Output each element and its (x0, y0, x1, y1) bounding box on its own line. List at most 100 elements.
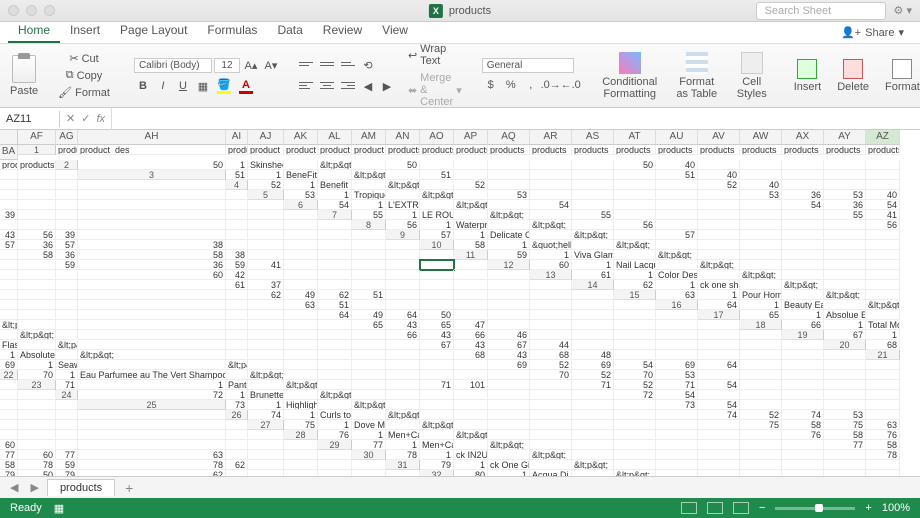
accept-formula-icon[interactable]: ✓ (81, 112, 90, 125)
cell[interactable]: ck one shock for him Deodorant (698, 280, 740, 290)
cell[interactable] (782, 370, 824, 380)
cell[interactable] (386, 370, 420, 380)
cell[interactable] (614, 350, 656, 360)
cell[interactable]: 56 (18, 230, 56, 240)
cell[interactable] (386, 290, 420, 300)
cell[interactable] (656, 310, 698, 320)
cell[interactable]: 52 (572, 370, 614, 380)
cell[interactable] (56, 300, 78, 310)
cell[interactable] (824, 390, 866, 400)
row-header[interactable]: 5 (248, 190, 284, 200)
cell[interactable] (740, 370, 782, 380)
underline-button[interactable]: U (174, 77, 192, 95)
cell[interactable]: 51 (420, 170, 454, 180)
cell[interactable]: 1 (572, 260, 614, 270)
cell[interactable] (248, 470, 284, 476)
cell[interactable] (454, 290, 488, 300)
cell[interactable] (656, 420, 698, 430)
cell[interactable] (56, 220, 78, 230)
cell[interactable] (698, 430, 740, 440)
cell[interactable] (698, 320, 740, 330)
cell[interactable]: 52 (248, 180, 284, 190)
cell[interactable] (226, 210, 248, 220)
cell[interactable] (698, 270, 740, 280)
cell[interactable]: 57 (656, 230, 698, 240)
cell[interactable] (656, 180, 698, 190)
cell[interactable] (352, 460, 386, 470)
cell[interactable] (740, 390, 782, 400)
cell[interactable] (386, 260, 420, 270)
cell[interactable] (284, 220, 318, 230)
cell[interactable]: &lt;p&gt; (572, 230, 614, 240)
cell[interactable] (78, 210, 226, 220)
cell[interactable] (656, 190, 698, 200)
cell[interactable] (352, 390, 386, 400)
cell[interactable]: 76 (782, 430, 824, 440)
cell[interactable]: products_to (656, 145, 698, 155)
cell[interactable] (248, 270, 284, 280)
cell[interactable] (488, 300, 530, 310)
format-cells-button[interactable]: Format (881, 57, 920, 95)
cell[interactable] (352, 240, 386, 250)
cell[interactable] (420, 200, 454, 210)
cell[interactable]: &lt;p&gt; (352, 400, 386, 410)
cell[interactable] (0, 390, 18, 400)
cell[interactable]: 62 (614, 280, 656, 290)
cell[interactable] (572, 410, 614, 420)
cell[interactable]: 1 (454, 460, 488, 470)
normal-view-icon[interactable] (681, 502, 697, 514)
share-button[interactable]: 👤+ Share ▾ (833, 22, 912, 43)
cell[interactable] (698, 350, 740, 360)
cell[interactable] (454, 280, 488, 290)
cell[interactable]: 76 (318, 430, 352, 440)
cell[interactable]: 1 (782, 310, 824, 320)
col-header[interactable]: AY (824, 130, 866, 145)
cell[interactable] (78, 220, 226, 230)
cell[interactable] (386, 470, 420, 476)
cell[interactable]: Pour Homme Eau de Toilette (740, 290, 782, 300)
cell[interactable]: 50 (78, 160, 226, 170)
cell[interactable]: 1 (284, 180, 318, 190)
col-header[interactable]: AG (56, 130, 78, 145)
cell[interactable] (782, 210, 824, 220)
cell[interactable]: Dove Men +Care Body Wash (352, 420, 386, 430)
zoom-icon[interactable] (44, 5, 55, 16)
cell[interactable] (454, 410, 488, 420)
cell[interactable] (614, 340, 656, 350)
cell[interactable]: 74 (782, 410, 824, 420)
add-sheet-button[interactable]: + (119, 480, 139, 496)
cell[interactable]: 53 (284, 190, 318, 200)
cell[interactable] (284, 230, 318, 240)
cell[interactable] (454, 190, 488, 200)
cell[interactable] (572, 190, 614, 200)
cell[interactable]: 1 (226, 160, 248, 170)
row-header[interactable]: 7 (318, 210, 352, 220)
cell[interactable] (226, 290, 248, 300)
cell[interactable] (420, 250, 454, 260)
cell[interactable] (824, 400, 866, 410)
cell[interactable]: &lt;p&gt; (248, 370, 284, 380)
cell[interactable]: &lt;p&gt; (488, 440, 530, 450)
cell[interactable]: 56 (614, 220, 656, 230)
cell[interactable] (698, 390, 740, 400)
cell[interactable]: 52 (614, 380, 656, 390)
cell[interactable]: 53 (488, 190, 530, 200)
cell[interactable] (318, 340, 352, 350)
cell[interactable]: 71 (572, 380, 614, 390)
cell[interactable] (824, 160, 866, 170)
cell[interactable] (698, 200, 740, 210)
cell[interactable] (614, 300, 656, 310)
row-header[interactable]: 9 (386, 230, 420, 240)
cell[interactable]: 75 (740, 420, 782, 430)
cell[interactable] (318, 240, 352, 250)
row-header[interactable]: 20 (824, 340, 866, 350)
cell[interactable] (488, 180, 530, 190)
cell[interactable] (614, 190, 656, 200)
cell[interactable] (352, 230, 386, 240)
cell[interactable] (18, 270, 56, 280)
cell[interactable]: products_to (0, 160, 18, 170)
cell[interactable] (698, 460, 740, 470)
cell[interactable]: 58 (866, 440, 900, 450)
cell[interactable]: 101 (454, 380, 488, 390)
cell[interactable]: &lt;p&gt; (740, 270, 782, 280)
